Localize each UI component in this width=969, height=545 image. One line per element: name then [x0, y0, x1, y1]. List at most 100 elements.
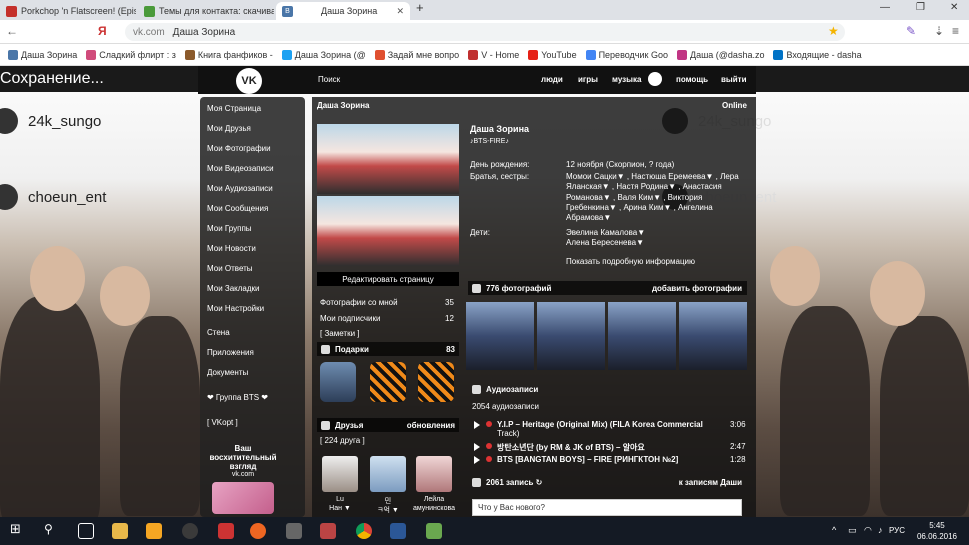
menu-my-friends[interactable]: Мои Друзья: [207, 124, 251, 133]
siblings-line[interactable]: Романова▼ , Валя Ким▼ , Виктория: [566, 193, 702, 202]
close-tab-icon[interactable]: ✕: [396, 6, 404, 17]
pinned-app-icon[interactable]: [390, 523, 406, 539]
photo-thumbnail[interactable]: [537, 302, 605, 370]
menu-bts-group[interactable]: ❤ Группа BTS ❤: [207, 393, 268, 402]
bookmark[interactable]: YouTube: [528, 49, 577, 60]
menu-icon[interactable]: ≡: [952, 24, 959, 38]
add-photos-link[interactable]: добавить фотографии: [652, 284, 742, 293]
yandex-app-icon[interactable]: [218, 523, 234, 539]
profile-avatar-top[interactable]: [317, 124, 459, 194]
maximize-icon[interactable]: ❐: [916, 2, 925, 13]
search-icon[interactable]: ⚲: [44, 522, 60, 538]
nav-logout[interactable]: выйти: [721, 75, 747, 84]
bookmark[interactable]: Переводчик Goo: [585, 49, 668, 60]
menu-my-photos[interactable]: Мои Фотографии: [207, 144, 271, 153]
browser-tab[interactable]: Porkchop 'n Flatscreen! (Episo ✕: [0, 2, 136, 20]
photo-app-icon[interactable]: [320, 523, 336, 539]
bookmark[interactable]: V - Home: [468, 49, 519, 60]
menu-my-messages[interactable]: Мои Сообщения: [207, 204, 268, 213]
birthday-value[interactable]: 12 ноября (Скорпион, ? года): [566, 160, 674, 169]
yandex-browser-icon[interactable]: [250, 523, 266, 539]
menu-apps[interactable]: Приложения: [207, 348, 254, 357]
browser-tab[interactable]: Темы для контакта: скачивай ✕: [138, 2, 274, 20]
photos-with-me-link[interactable]: Фотографии со мной: [320, 298, 398, 307]
bookmark[interactable]: Книга фанфиков -: [184, 49, 273, 60]
brush-extension-icon[interactable]: ✎: [906, 24, 916, 38]
menu-my-audio[interactable]: Мои Аудиозаписи: [207, 184, 273, 193]
minimize-icon[interactable]: —: [880, 2, 890, 13]
browser-tab-active[interactable]: B Даша Зорина ✕: [276, 2, 410, 20]
profile-avatar-bottom[interactable]: [317, 196, 459, 266]
siblings-line[interactable]: Абрамова▼: [566, 213, 611, 222]
system-clock[interactable]: 5:45 06.06.2016: [917, 520, 957, 542]
child-link[interactable]: Алена Бересенева▼: [566, 238, 644, 247]
url-field[interactable]: vk.com Даша Зорина: [125, 23, 845, 41]
task-view-icon[interactable]: [78, 523, 94, 539]
menu-wall[interactable]: Стена: [207, 328, 230, 337]
play-icon[interactable]: [474, 443, 480, 451]
friend-avatar[interactable]: [370, 456, 406, 492]
audio-track[interactable]: Y.I.P – Heritage (Original Mix) (FILA Ko…: [472, 420, 746, 438]
gift-ribbon[interactable]: [418, 362, 454, 402]
windows-start-icon[interactable]: ⊞: [10, 521, 26, 537]
bookmark[interactable]: Сладкий флирт : з: [86, 49, 176, 60]
app-icon[interactable]: [182, 523, 198, 539]
friends-header[interactable]: Друзья обновления: [317, 418, 459, 432]
to-wall-posts-link[interactable]: к записям Даши: [679, 478, 742, 487]
audio-track[interactable]: 방탄소년단 (by RM & JK of BTS) – 알아요 2:47: [472, 442, 746, 453]
download-icon[interactable]: ⇣: [934, 24, 944, 38]
photos-header[interactable]: 776 фотографий добавить фотографии: [468, 281, 747, 295]
nav-games[interactable]: игры: [578, 75, 598, 84]
child-link[interactable]: Эвелина Камалова▼: [566, 228, 645, 237]
star-icon[interactable]: ★: [828, 24, 839, 38]
menu-my-settings[interactable]: Мои Настройки: [207, 304, 264, 313]
audio-header[interactable]: Аудиозаписи: [468, 382, 747, 396]
friend-name[interactable]: Лейла: [412, 496, 456, 503]
tray-chevron-icon[interactable]: ^: [832, 525, 848, 541]
menu-my-bookmarks[interactable]: Мои Закладки: [207, 284, 260, 293]
battery-icon[interactable]: ▭: [848, 525, 864, 541]
bookmark[interactable]: Даша Зорина: [8, 49, 77, 60]
menu-documents[interactable]: Документы: [207, 368, 248, 377]
play-icon[interactable]: [474, 421, 480, 429]
menu-my-videos[interactable]: Мои Видеозаписи: [207, 164, 274, 173]
nav-music[interactable]: музыка: [612, 75, 641, 84]
menu-my-news[interactable]: Мои Новости: [207, 244, 256, 253]
new-post-input[interactable]: Что у Вас нового?: [472, 499, 742, 516]
nav-help[interactable]: помощь: [676, 75, 708, 84]
siblings-line[interactable]: Гребенкина▼ , Арина Ким▼ , Ангелина: [566, 203, 713, 212]
bookmark[interactable]: Входящие - dasha: [773, 49, 862, 60]
file-explorer-icon[interactable]: [112, 523, 128, 539]
yandex-icon[interactable]: Я: [98, 24, 107, 38]
menu-my-answers[interactable]: Мои Ответы: [207, 264, 253, 273]
language-indicator[interactable]: РУС: [889, 526, 905, 535]
gift-ribbon[interactable]: [370, 362, 406, 402]
play-icon[interactable]: [474, 456, 480, 464]
photo-thumbnail[interactable]: [608, 302, 676, 370]
bookmark[interactable]: Даша Зорина (@: [281, 49, 366, 60]
notes-link[interactable]: [ Заметки ]: [320, 329, 360, 338]
menu-vkopt[interactable]: [ VKopt ]: [207, 418, 238, 427]
media-player-icon[interactable]: [146, 523, 162, 539]
menu-my-groups[interactable]: Мои Группы: [207, 224, 252, 233]
bookmark[interactable]: Даша (@dasha.zo: [676, 49, 764, 60]
wall-header[interactable]: 2061 запись ↻ к записям Даши: [468, 475, 747, 489]
siblings-line[interactable]: Яланская▼ , Настя Родина▼ , Анастасия: [566, 182, 722, 191]
vk-search-link[interactable]: Поиск: [318, 75, 340, 84]
gifts-header[interactable]: Подарки 83: [317, 342, 459, 356]
edit-page-button[interactable]: Редактировать страницу: [317, 272, 459, 286]
nav-people[interactable]: люди: [541, 75, 563, 84]
profile-status[interactable]: ♪BTS-FIRE♪: [470, 138, 509, 145]
friends-updates-link[interactable]: обновления: [407, 421, 455, 430]
show-more-info-link[interactable]: Показать подробную информацию: [566, 257, 695, 266]
audio-track[interactable]: BTS [BANGTAN BOYS] – FIRE [РИНГКТОН №2] …: [472, 455, 746, 464]
friend-avatar[interactable]: [416, 456, 452, 492]
bookmark[interactable]: Задай мне вопро: [374, 49, 459, 60]
gift-husky[interactable]: [320, 362, 356, 402]
photo-thumbnail[interactable]: [679, 302, 747, 370]
close-window-icon[interactable]: ✕: [950, 2, 958, 13]
chrome-icon[interactable]: [356, 523, 372, 539]
promo-ad[interactable]: Ваш восхитительный взгляд vk.com: [208, 444, 278, 514]
vk-logo-icon[interactable]: VK: [236, 68, 262, 94]
photo-thumbnail[interactable]: [466, 302, 534, 370]
